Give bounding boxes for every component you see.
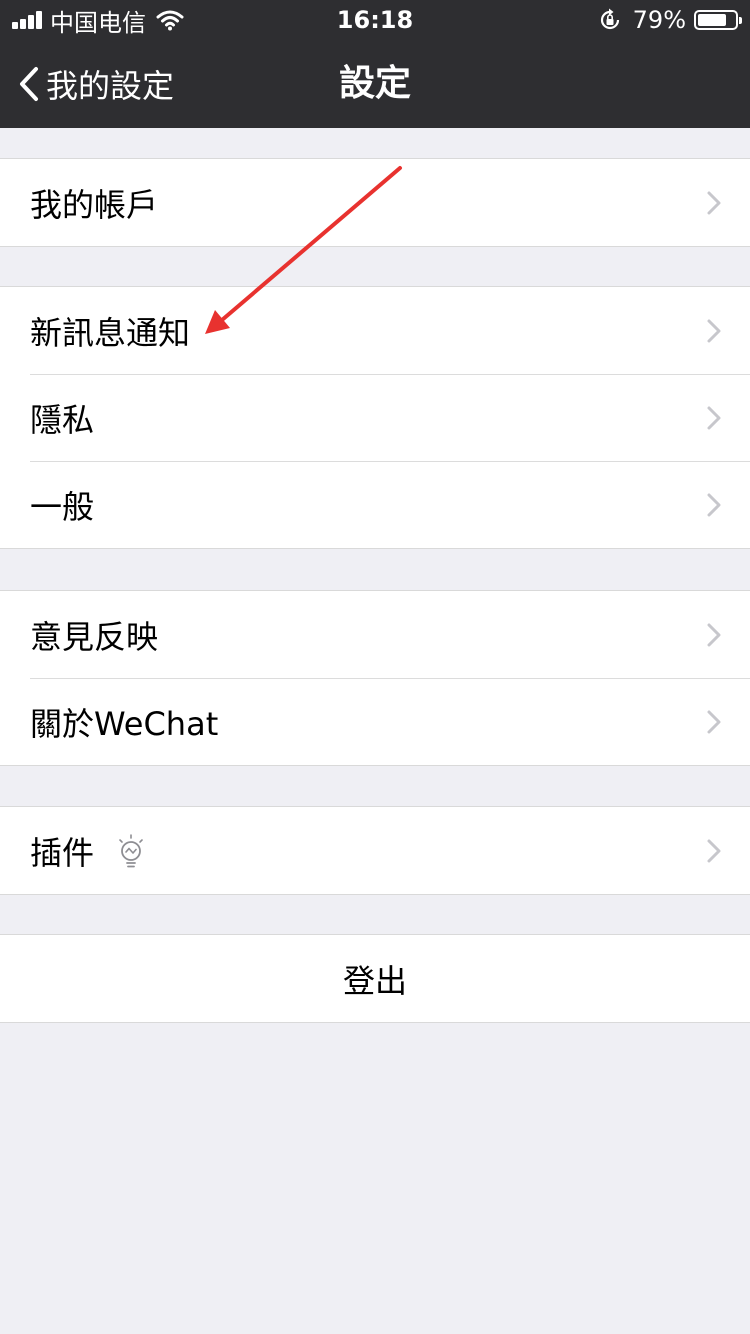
chevron-right-icon	[707, 839, 721, 862]
settings-section-general: 新訊息通知 隱私 一般	[0, 286, 750, 549]
back-button[interactable]: 我的設定	[18, 40, 174, 128]
settings-item-label: 一般	[30, 487, 95, 526]
settings-item-label: 隱私	[30, 400, 95, 439]
rotation-lock-icon	[600, 8, 619, 30]
chevron-right-icon	[707, 406, 721, 429]
settings-item-feedback[interactable]: 意見反映	[0, 591, 750, 678]
battery-level	[698, 14, 726, 26]
battery-nub	[739, 17, 742, 24]
lightbulb-icon	[119, 833, 143, 867]
chevron-right-icon	[707, 319, 721, 342]
settings-item-my-account[interactable]: 我的帳戶	[0, 159, 750, 246]
logout-button[interactable]: 登出	[0, 935, 750, 1022]
settings-item-plugins[interactable]: 插件	[0, 807, 750, 894]
settings-item-privacy[interactable]: 隱私	[0, 374, 750, 461]
chevron-right-icon	[707, 191, 721, 214]
status-bar: 中国电信 16:18 79%	[0, 0, 750, 40]
settings-item-notifications[interactable]: 新訊息通知	[0, 287, 750, 374]
settings-item-label: 新訊息通知	[30, 313, 191, 352]
settings-item-label: 我的帳戶	[30, 185, 159, 224]
chevron-right-icon	[707, 493, 721, 516]
settings-item-label: 插件	[30, 833, 95, 872]
status-bar-right: 79%	[597, 0, 742, 40]
navigation-bar: 我的設定 設定	[0, 40, 750, 128]
chevron-right-icon	[707, 623, 721, 646]
settings-section-plugins: 插件	[0, 806, 750, 895]
back-button-label: 我的設定	[46, 67, 175, 105]
settings-item-label: 關於WeChat	[30, 704, 219, 743]
settings-section-about: 意見反映 關於WeChat	[0, 590, 750, 766]
chevron-right-icon	[707, 710, 721, 733]
chevron-left-icon	[20, 67, 38, 101]
settings-item-general[interactable]: 一般	[0, 461, 750, 548]
battery-icon	[694, 10, 742, 30]
settings-item-label: 意見反映	[30, 617, 159, 656]
battery-percent: 79%	[632, 6, 686, 34]
settings-item-about-wechat[interactable]: 關於WeChat	[0, 678, 750, 765]
logout-section: 登出	[0, 934, 750, 1023]
logout-label: 登出	[342, 961, 407, 1000]
settings-section-account: 我的帳戶	[0, 158, 750, 247]
